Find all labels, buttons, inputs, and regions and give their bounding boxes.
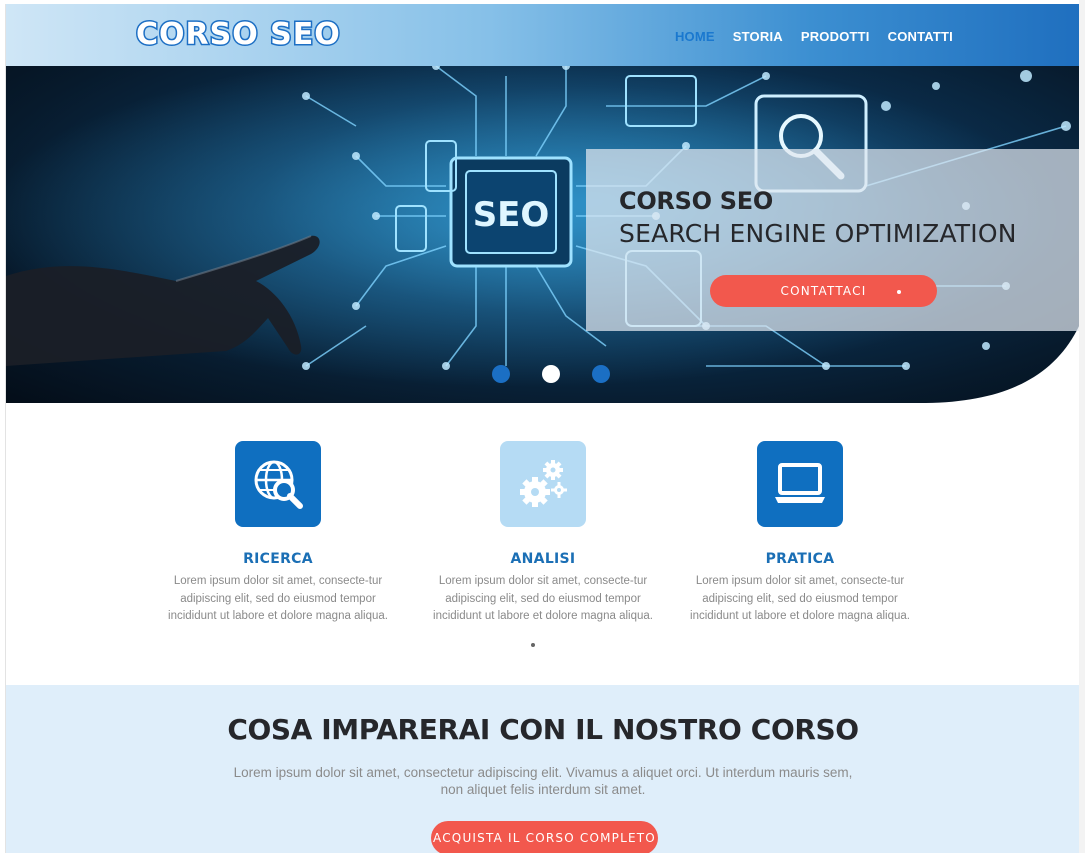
feature-text: Lorem ipsum dolor sit amet, consecte-tur… [433, 575, 653, 622]
logo-text: CORSO SEO [136, 17, 341, 52]
course-section: COSA IMPARERAI CON IL NOSTRO CORSO Lorem… [6, 685, 1079, 853]
nav-item-prodotti[interactable]: PRODOTTI [801, 29, 870, 44]
nav-item-storia[interactable]: STORIA [733, 29, 783, 44]
globe-search-icon [235, 441, 321, 527]
feature-ricerca: RICERCA Lorem ipsum dolor sit amet, cons… [168, 441, 388, 626]
gears-icon [500, 441, 586, 527]
page: CORSO SEO CORSO SEO HOME STORIA PRODOTTI… [5, 4, 1079, 853]
hero-caption: CORSO SEO SEARCH ENGINE OPTIMIZATION CON… [586, 149, 1079, 331]
contact-button[interactable]: CONTATTACI [710, 275, 937, 307]
feature-title: ANALISI [510, 551, 576, 567]
feature-title: RICERCA [243, 551, 313, 567]
feature-text: Lorem ipsum dolor sit amet, consecte-tur… [690, 575, 910, 622]
hero-subtitle: SEARCH ENGINE OPTIMIZATION [619, 219, 1017, 248]
laptop-icon [757, 441, 843, 527]
buy-course-button-label: ACQUISTA IL CORSO COMPLETO [433, 831, 656, 845]
buy-course-button[interactable]: ACQUISTA IL CORSO COMPLETO [431, 821, 658, 853]
hero-title: CORSO SEO [619, 187, 773, 215]
features-section: RICERCA Lorem ipsum dolor sit amet, cons… [6, 406, 1079, 684]
slider-pagination [492, 365, 610, 383]
course-description: Lorem ipsum dolor sit amet, consectetur … [233, 765, 853, 797]
slide-dot-1[interactable] [492, 365, 510, 383]
nav-item-home[interactable]: HOME [675, 29, 715, 44]
slide-dot-3[interactable] [592, 365, 610, 383]
slide-dot-2[interactable] [542, 365, 560, 383]
feature-title: PRATICA [765, 551, 835, 567]
site-header: CORSO SEO CORSO SEO HOME STORIA PRODOTTI… [6, 4, 1079, 66]
main-nav: HOME STORIA PRODOTTI CONTATTI [657, 29, 953, 44]
feature-analisi: ANALISI Lorem ipsum dolor sit amet, cons… [433, 441, 653, 626]
site-logo[interactable]: CORSO SEO CORSO SEO [135, 16, 342, 54]
nav-item-contatti[interactable]: CONTATTI [888, 29, 953, 44]
chip-label: SEO [473, 195, 550, 235]
feature-text: Lorem ipsum dolor sit amet, consecte-tur… [168, 575, 388, 622]
contact-button-label: CONTATTACI [780, 284, 867, 298]
cursor-dot [897, 290, 901, 294]
feature-pratica: PRATICA Lorem ipsum dolor sit amet, cons… [690, 441, 910, 626]
pager-dot [531, 643, 535, 647]
course-heading: COSA IMPARERAI CON IL NOSTRO CORSO [227, 713, 859, 746]
page-scrollbar[interactable] [1079, 0, 1085, 853]
